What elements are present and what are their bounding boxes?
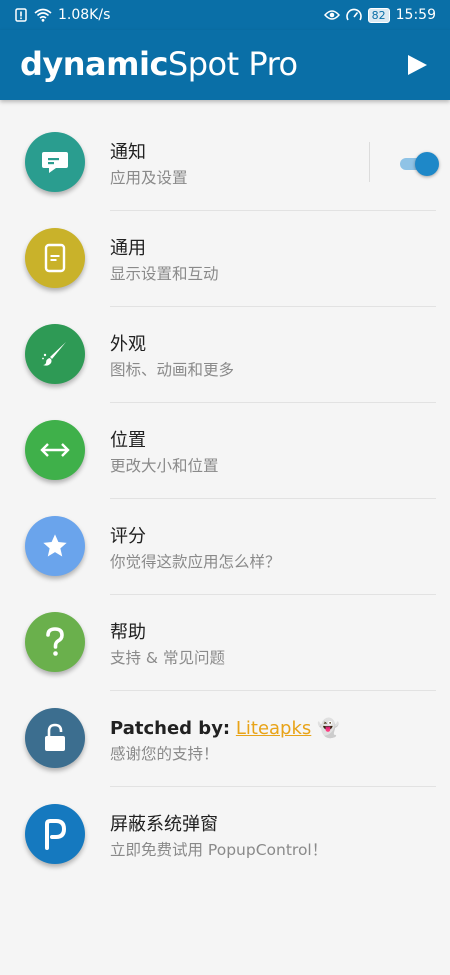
play-icon: [408, 55, 427, 75]
liteapks-link[interactable]: Liteapks: [236, 718, 311, 739]
list-item-rate[interactable]: 评分 你觉得这款应用怎么样？: [0, 499, 450, 595]
popupcontrol-circle: [25, 804, 85, 864]
speedometer-icon: [345, 8, 362, 22]
list-item-subtitle: 应用及设置: [110, 169, 188, 187]
list-item-title: 屏蔽系统弹窗: [110, 814, 218, 835]
patched-by-label: Patched by:: [110, 718, 231, 739]
battery-icon: 82: [367, 7, 390, 23]
popupcontrol-logo-icon: [45, 819, 67, 850]
list-item-title: 位置: [110, 430, 146, 451]
list-item-subtitle: 你觉得这款应用怎么样？: [110, 553, 281, 571]
list-item-title: Patched by: Liteapks 👻: [110, 717, 339, 741]
list-item-subtitle: 图标、动画和更多: [110, 361, 235, 379]
status-bar: 1.08K/s 82 15:59: [0, 0, 450, 30]
toggle-thumb: [415, 152, 439, 176]
list-item-subtitle: 支持 & 常见问题: [110, 649, 225, 667]
general-circle: [25, 228, 85, 288]
list-item-appearance[interactable]: 外观 图标、动画和更多: [0, 307, 450, 403]
help-circle: [25, 612, 85, 672]
toggle-divider: [369, 142, 370, 182]
list-item-position[interactable]: 位置 更改大小和位置: [0, 403, 450, 499]
paint-brush-icon: [42, 342, 66, 366]
star-icon: [43, 534, 67, 557]
list-item-subtitle: 感谢您的支持！: [110, 745, 219, 763]
eye-icon: [323, 9, 340, 21]
settings-list: 通知 应用及设置 通用 显示设置和互动 外观 图标、动画和更多 位置 更改大小和…: [0, 115, 450, 883]
app-title-rest: Spot Pro: [167, 45, 298, 83]
list-item-title: 通用: [110, 238, 146, 259]
list-item-subtitle: 显示设置和互动: [110, 265, 219, 283]
list-item-patched-by[interactable]: Patched by: Liteapks 👻 感谢您的支持！: [0, 691, 450, 787]
list-item-title: 通知: [110, 142, 146, 163]
list-item-subtitle: 更改大小和位置: [110, 457, 219, 475]
ghost-emoji-icon: 👻: [317, 718, 340, 739]
list-item-title: 外观: [110, 334, 146, 355]
app-title: dynamicSpot Pro: [20, 44, 298, 84]
notification-circle: [25, 132, 85, 192]
list-item-help[interactable]: 帮助 支持 & 常见问题: [0, 595, 450, 691]
list-item-popupcontrol[interactable]: 屏蔽系统弹窗 立即免费试用 PopupControl！: [0, 787, 450, 883]
resize-horizontal-icon: [40, 443, 70, 457]
list-item-title: 评分: [110, 526, 146, 547]
play-button[interactable]: [402, 50, 432, 80]
position-circle: [25, 420, 85, 480]
notification-bubble-icon: [42, 152, 68, 173]
wifi-icon: [34, 8, 52, 22]
question-icon: [46, 627, 64, 656]
app-title-bold: dynamic: [20, 45, 168, 83]
list-item-notifications[interactable]: 通知 应用及设置: [0, 115, 450, 211]
list-item-title: 帮助: [110, 622, 146, 643]
phone-icon: [44, 243, 66, 273]
rate-circle: [25, 516, 85, 576]
appearance-circle: [25, 324, 85, 384]
clock: 15:59: [395, 7, 436, 23]
list-item-general[interactable]: 通用 显示设置和互动: [0, 211, 450, 307]
network-speed: 1.08K/s: [58, 7, 111, 23]
patched-circle: [25, 708, 85, 768]
app-bar: dynamicSpot Pro: [0, 30, 450, 100]
unlock-icon: [45, 723, 65, 751]
notifications-toggle[interactable]: [398, 152, 439, 176]
list-item-subtitle: 立即免费试用 PopupControl！: [110, 841, 328, 859]
alert-icon: [14, 8, 28, 22]
